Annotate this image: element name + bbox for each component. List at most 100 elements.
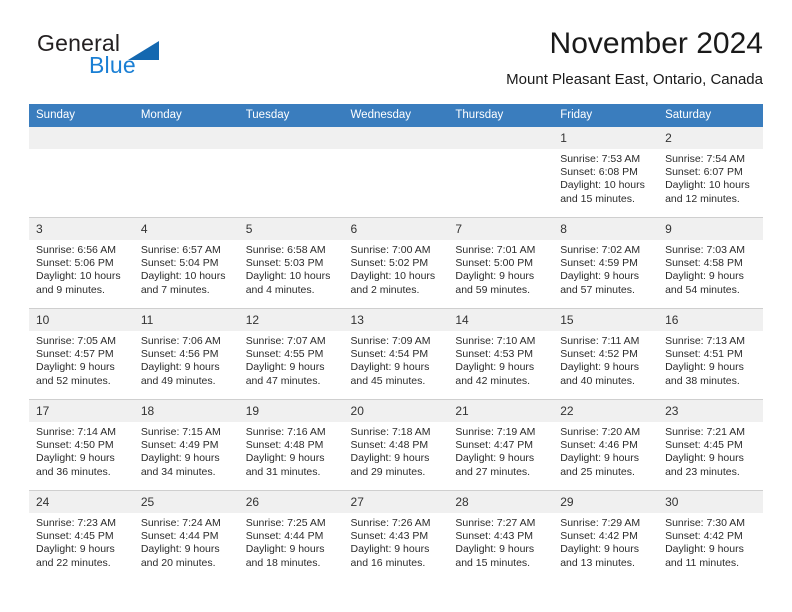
day-number: 9: [658, 218, 763, 240]
day-daylight2-text: and 54 minutes.: [665, 283, 740, 296]
calendar-day-cell[interactable]: 6 Sunrise: 7:00 AM Sunset: 5:02 PM Daylight…: [343, 217, 449, 309]
calendar-day-cell[interactable]: 24 Sunrise: 7:23 AM Sunset: 4:45 PM Dayligh…: [29, 490, 134, 581]
day-daylight2-text: and 20 minutes.: [140, 556, 216, 569]
calendar-day-cell[interactable]: 16 Sunrise: 7:13 AM Sunset: 4:51 PM Dayligh…: [658, 308, 763, 400]
day-sunrise-text: Sunrise: 7:11 AM: [560, 335, 640, 347]
day-sunrise-text: Sunrise: 7:25 AM: [245, 517, 326, 529]
day-daylight2-text: and 45 minutes.: [350, 374, 426, 387]
day-daylight2-text: and 11 minutes.: [665, 556, 739, 569]
logo-text-blue: Blue: [89, 52, 136, 78]
day-daylight2-text: and 7 minutes.: [140, 283, 210, 296]
calendar-day-cell[interactable]: 5 Sunrise: 6:58 AM Sunset: 5:03 PM Daylight…: [238, 217, 344, 309]
day-number: 3: [29, 218, 134, 240]
day-sunset-text: Sunset: 4:56 PM: [140, 348, 219, 361]
day-number: 26: [238, 491, 344, 513]
day-sunset-text: Sunset: 4:48 PM: [350, 439, 429, 452]
day-sunset-text: Sunset: 4:43 PM: [455, 530, 534, 543]
day-number: 14: [448, 309, 554, 331]
day-daylight1-text: Daylight: 9 hours: [455, 452, 535, 465]
calendar-day-cell[interactable]: 12 Sunrise: 7:07 AM Sunset: 4:55 PM Dayligh…: [238, 308, 344, 400]
calendar-day-cell[interactable]: 18 Sunrise: 7:15 AM Sunset: 4:49 PM Dayligh…: [133, 399, 239, 491]
day-sun-info: Sunrise: 7:07 AM Sunset: 4:55 PM Daylight:…: [239, 331, 344, 388]
calendar-day-cell[interactable]: 1 Sunrise: 7:53 AM Sunset: 6:08 PM Daylight…: [553, 127, 659, 218]
day-sunset-text: Sunset: 5:02 PM: [350, 257, 429, 270]
calendar-day-cell[interactable]: 26 Sunrise: 7:25 AM Sunset: 4:44 PM Dayligh…: [238, 490, 344, 581]
general-blue-logo[interactable]: General Blue: [29, 28, 269, 90]
day-sunset-text: Sunset: 4:45 PM: [36, 530, 114, 543]
calendar-day-cell[interactable]: 8 Sunrise: 7:02 AM Sunset: 4:59 PM Daylight…: [553, 217, 659, 309]
calendar-day-cell[interactable]: 29 Sunrise: 7:29 AM Sunset: 4:42 PM Dayligh…: [553, 490, 659, 581]
day-sunset-text: Sunset: 6:08 PM: [560, 166, 638, 179]
day-sun-info: Sunrise: 7:19 AM Sunset: 4:47 PM Daylight:…: [448, 422, 553, 479]
calendar-day-cell-empty: [133, 127, 239, 218]
day-sunset-text: Sunset: 4:59 PM: [560, 257, 638, 270]
day-sun-info: Sunrise: 7:20 AM Sunset: 4:46 PM Daylight:…: [553, 422, 658, 479]
day-daylight1-text: Daylight: 9 hours: [140, 452, 220, 465]
weekday-header-saturday: Saturday: [658, 104, 763, 127]
day-daylight2-text: and 38 minutes.: [665, 374, 740, 387]
calendar-day-cell[interactable]: 15 Sunrise: 7:11 AM Sunset: 4:52 PM Dayligh…: [553, 308, 659, 400]
calendar-day-cell[interactable]: 17 Sunrise: 7:14 AM Sunset: 4:50 PM Dayligh…: [29, 399, 134, 491]
day-number: [238, 127, 344, 149]
calendar-day-cell[interactable]: 3 Sunrise: 6:56 AM Sunset: 5:06 PM Daylight…: [29, 217, 134, 309]
calendar-day-cell[interactable]: 13 Sunrise: 7:09 AM Sunset: 4:54 PM Dayligh…: [343, 308, 449, 400]
day-number: [343, 127, 449, 149]
day-daylight1-text: Daylight: 9 hours: [36, 361, 115, 374]
calendar-day-cell[interactable]: 27 Sunrise: 7:26 AM Sunset: 4:43 PM Dayligh…: [343, 490, 449, 581]
day-sunset-text: Sunset: 5:00 PM: [455, 257, 534, 270]
day-sunrise-text: Sunrise: 7:10 AM: [455, 335, 536, 347]
calendar-week-row: 1 Sunrise: 7:53 AM Sunset: 6:08 PM Daylight…: [29, 127, 763, 218]
calendar-day-cell[interactable]: 10 Sunrise: 7:05 AM Sunset: 4:57 PM Dayligh…: [29, 308, 134, 400]
day-sunset-text: Sunset: 4:42 PM: [560, 530, 638, 543]
day-number: [448, 127, 554, 149]
day-sun-info: Sunrise: 7:27 AM Sunset: 4:43 PM Daylight:…: [448, 513, 553, 570]
calendar-day-cell[interactable]: 28 Sunrise: 7:27 AM Sunset: 4:43 PM Dayligh…: [448, 490, 554, 581]
calendar-day-cell[interactable]: 20 Sunrise: 7:18 AM Sunset: 4:48 PM Dayligh…: [343, 399, 449, 491]
calendar-day-cell[interactable]: 21 Sunrise: 7:19 AM Sunset: 4:47 PM Dayligh…: [448, 399, 554, 491]
calendar-day-cell[interactable]: 11 Sunrise: 7:06 AM Sunset: 4:56 PM Dayligh…: [133, 308, 239, 400]
calendar-week-row: 3 Sunrise: 6:56 AM Sunset: 5:06 PM Daylight…: [29, 217, 763, 309]
calendar-day-cell-empty: [29, 127, 134, 218]
day-daylight2-text: and 34 minutes.: [140, 465, 216, 478]
calendar-day-cell[interactable]: 25 Sunrise: 7:24 AM Sunset: 4:44 PM Dayligh…: [133, 490, 239, 581]
day-sunset-text: Sunset: 4:47 PM: [455, 439, 534, 452]
calendar-day-cell[interactable]: 2 Sunrise: 7:54 AM Sunset: 6:07 PM Daylight…: [658, 127, 763, 218]
day-sun-info: Sunrise: 7:24 AM Sunset: 4:44 PM Daylight:…: [134, 513, 239, 570]
day-sunset-text: Sunset: 4:45 PM: [665, 439, 743, 452]
calendar-day-cell[interactable]: 23 Sunrise: 7:21 AM Sunset: 4:45 PM Dayligh…: [658, 399, 763, 491]
calendar-day-cell-empty: [343, 127, 449, 218]
day-daylight1-text: Daylight: 10 hours: [36, 270, 121, 283]
day-number: 18: [133, 400, 239, 422]
calendar-day-cell[interactable]: 7 Sunrise: 7:01 AM Sunset: 5:00 PM Daylight…: [448, 217, 554, 309]
day-sun-info: Sunrise: 6:56 AM Sunset: 5:06 PM Daylight:…: [29, 240, 134, 297]
day-sunset-text: Sunset: 4:50 PM: [36, 439, 114, 452]
day-sun-info: Sunrise: 7:30 AM Sunset: 4:42 PM Daylight:…: [658, 513, 763, 570]
day-daylight2-text: and 27 minutes.: [455, 465, 531, 478]
day-sunrise-text: Sunrise: 7:15 AM: [140, 426, 221, 438]
calendar-day-cell[interactable]: 22 Sunrise: 7:20 AM Sunset: 4:46 PM Dayligh…: [553, 399, 659, 491]
calendar-day-cell[interactable]: 30 Sunrise: 7:30 AM Sunset: 4:42 PM Dayligh…: [658, 490, 763, 581]
day-number: 15: [553, 309, 659, 331]
day-sun-info: Sunrise: 7:05 AM Sunset: 4:57 PM Daylight:…: [29, 331, 134, 388]
calendar-day-cell-empty: [238, 127, 344, 218]
day-sunrise-text: Sunrise: 7:23 AM: [36, 517, 116, 529]
day-sunrise-text: Sunrise: 7:09 AM: [350, 335, 431, 347]
calendar-day-cell[interactable]: 4 Sunrise: 6:57 AM Sunset: 5:04 PM Daylight…: [133, 217, 239, 309]
day-number: [29, 127, 134, 149]
day-sunset-text: Sunset: 6:07 PM: [665, 166, 743, 179]
day-sun-info: Sunrise: 7:11 AM Sunset: 4:52 PM Daylight:…: [553, 331, 658, 388]
day-sunrise-text: Sunrise: 7:30 AM: [665, 517, 746, 529]
day-sunrise-text: Sunrise: 7:20 AM: [560, 426, 641, 438]
day-number: 29: [553, 491, 659, 513]
day-sun-info: Sunrise: 6:57 AM Sunset: 5:04 PM Daylight:…: [134, 240, 239, 297]
day-sun-info: Sunrise: 7:03 AM Sunset: 4:58 PM Daylight:…: [658, 240, 763, 297]
day-sunrise-text: Sunrise: 7:21 AM: [665, 426, 746, 438]
calendar-day-cell[interactable]: 9 Sunrise: 7:03 AM Sunset: 4:58 PM Daylight…: [658, 217, 763, 309]
weekday-header-monday: Monday: [133, 104, 239, 127]
calendar-day-cell[interactable]: 19 Sunrise: 7:16 AM Sunset: 4:48 PM Dayligh…: [238, 399, 344, 491]
calendar-day-cell[interactable]: 14 Sunrise: 7:10 AM Sunset: 4:53 PM Dayligh…: [448, 308, 554, 400]
day-sunrise-text: Sunrise: 6:56 AM: [36, 244, 116, 256]
day-daylight1-text: Daylight: 9 hours: [560, 361, 640, 374]
day-sunrise-text: Sunrise: 7:53 AM: [560, 153, 641, 165]
day-sunset-text: Sunset: 4:57 PM: [36, 348, 114, 361]
